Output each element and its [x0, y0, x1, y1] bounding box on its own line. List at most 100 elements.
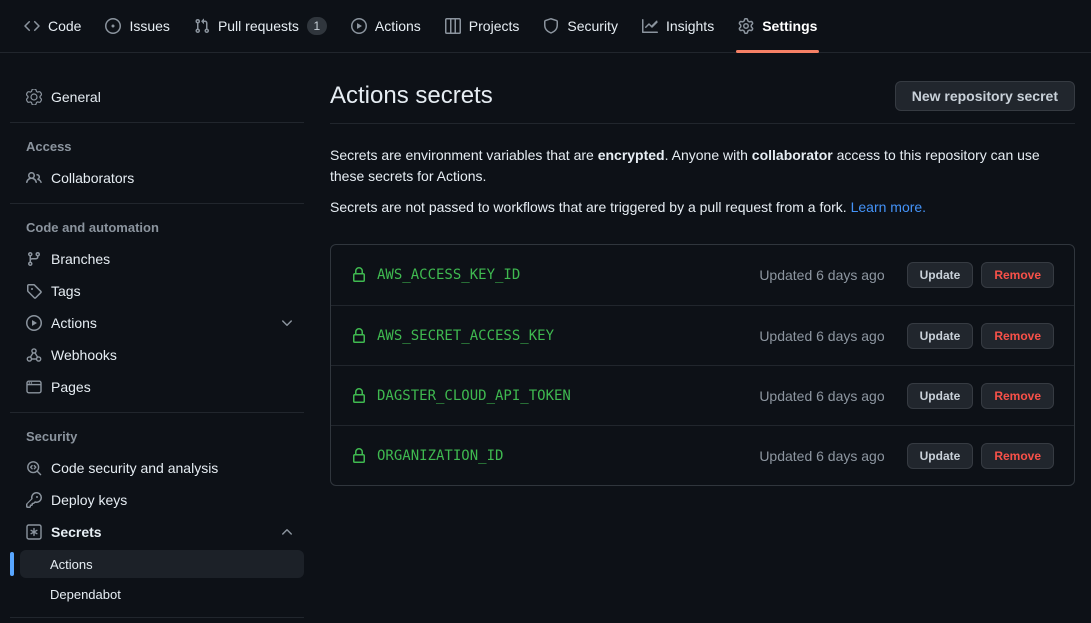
sidebar-item-general[interactable]: General: [10, 81, 304, 113]
secrets-description: Secrets are environment variables that a…: [330, 145, 1075, 187]
description-text: . Anyone with: [665, 147, 752, 163]
key-icon: [26, 492, 42, 508]
issue-opened-icon: [105, 18, 121, 34]
codescan-icon: [26, 460, 42, 476]
graph-icon: [642, 18, 658, 34]
sidebar-item-actions[interactable]: Actions: [10, 307, 304, 339]
secret-name: AWS_ACCESS_KEY_ID: [377, 267, 520, 283]
secret-name: ORGANIZATION_ID: [377, 448, 503, 464]
secret-updated: Updated 6 days ago: [759, 267, 884, 283]
secret-row: AWS_ACCESS_KEY_ID Updated 6 days ago Upd…: [331, 245, 1074, 305]
sidebar-item-deploy-keys[interactable]: Deploy keys: [10, 484, 304, 516]
secret-updated: Updated 6 days ago: [759, 328, 884, 344]
secret-row: ORGANIZATION_ID Updated 6 days ago Updat…: [331, 425, 1074, 485]
remove-secret-button[interactable]: Remove: [981, 383, 1054, 409]
sidebar-divider: [10, 412, 304, 413]
update-secret-button[interactable]: Update: [907, 262, 974, 288]
secret-name: DAGSTER_CLOUD_API_TOKEN: [377, 388, 571, 404]
sidebar-item-secrets[interactable]: Secrets: [10, 516, 304, 548]
update-secret-button[interactable]: Update: [907, 443, 974, 469]
tab-label: Issues: [129, 18, 169, 34]
chevron-down-icon: [279, 315, 295, 331]
tab-insights[interactable]: Insights: [634, 0, 722, 52]
sidebar-item-label: Collaborators: [51, 170, 134, 186]
sidebar-item-label: General: [51, 89, 101, 105]
secret-row: AWS_SECRET_ACCESS_KEY Updated 6 days ago…: [331, 305, 1074, 365]
tab-security[interactable]: Security: [535, 0, 626, 52]
lock-icon: [351, 388, 367, 404]
update-secret-button[interactable]: Update: [907, 383, 974, 409]
sidebar-subitem-secrets-actions[interactable]: Actions: [20, 550, 304, 578]
sidebar-item-label: Tags: [51, 283, 81, 299]
git-branch-icon: [26, 251, 42, 267]
people-icon: [26, 170, 42, 186]
secret-row: DAGSTER_CLOUD_API_TOKEN Updated 6 days a…: [331, 365, 1074, 425]
sidebar-item-branches[interactable]: Branches: [10, 243, 304, 275]
lock-icon: [351, 267, 367, 283]
sidebar-item-pages[interactable]: Pages: [10, 371, 304, 403]
fork-note-text: Secrets are not passed to workflows that…: [330, 199, 851, 215]
tab-actions[interactable]: Actions: [343, 0, 429, 52]
tab-label: Actions: [375, 18, 421, 34]
tab-settings[interactable]: Settings: [730, 0, 825, 52]
tab-pull-requests[interactable]: Pull requests 1: [186, 0, 335, 52]
sidebar-item-label: Pages: [51, 379, 91, 395]
description-bold-encrypted: encrypted: [598, 147, 665, 163]
actions-secrets-panel: Actions secrets New repository secret Se…: [314, 81, 1091, 623]
tab-label: Security: [567, 18, 618, 34]
play-icon: [26, 315, 42, 331]
sidebar-item-label: Deploy keys: [51, 492, 127, 508]
sidebar-section-code-and-automation: Code and automation: [10, 213, 304, 243]
new-repository-secret-button[interactable]: New repository secret: [895, 81, 1075, 111]
settings-sidebar: General Access Collaborators Code and au…: [0, 81, 314, 623]
sidebar-item-tags[interactable]: Tags: [10, 275, 304, 307]
repo-tab-bar: Code Issues Pull requests 1 Actions Proj…: [0, 0, 1091, 53]
remove-secret-button[interactable]: Remove: [981, 262, 1054, 288]
sidebar-subitem-label: Dependabot: [50, 587, 121, 602]
key-asterisk-icon: [26, 524, 42, 540]
description-bold-collaborator: collaborator: [752, 147, 833, 163]
tab-label: Code: [48, 18, 81, 34]
shield-icon: [543, 18, 559, 34]
lock-icon: [351, 448, 367, 464]
secrets-list: AWS_ACCESS_KEY_ID Updated 6 days ago Upd…: [330, 244, 1075, 486]
sidebar-divider: [10, 617, 304, 618]
secret-updated: Updated 6 days ago: [759, 388, 884, 404]
sidebar-item-code-security[interactable]: Code security and analysis: [10, 452, 304, 484]
code-icon: [24, 18, 40, 34]
tab-projects[interactable]: Projects: [437, 0, 528, 52]
remove-secret-button[interactable]: Remove: [981, 443, 1054, 469]
update-secret-button[interactable]: Update: [907, 323, 974, 349]
sidebar-item-label: Actions: [51, 315, 97, 331]
sidebar-divider: [10, 122, 304, 123]
lock-icon: [351, 328, 367, 344]
projects-icon: [445, 18, 461, 34]
tab-issues[interactable]: Issues: [97, 0, 177, 52]
sidebar-subitem-secrets-dependabot[interactable]: Dependabot: [20, 580, 304, 608]
remove-secret-button[interactable]: Remove: [981, 323, 1054, 349]
sidebar-section-access: Access: [10, 132, 304, 162]
tab-code[interactable]: Code: [16, 0, 89, 52]
browser-icon: [26, 379, 42, 395]
sidebar-section-security: Security: [10, 422, 304, 452]
tab-label: Settings: [762, 18, 817, 34]
sidebar-divider: [10, 203, 304, 204]
tab-label: Pull requests: [218, 18, 299, 34]
sidebar-item-label: Secrets: [51, 524, 102, 540]
sidebar-item-label: Branches: [51, 251, 110, 267]
sidebar-item-webhooks[interactable]: Webhooks: [10, 339, 304, 371]
pull-requests-count-badge: 1: [307, 17, 327, 35]
gear-icon: [26, 89, 42, 105]
gear-icon: [738, 18, 754, 34]
learn-more-link[interactable]: Learn more.: [851, 199, 926, 215]
description-text: Secrets are environment variables that a…: [330, 147, 598, 163]
sidebar-item-label: Webhooks: [51, 347, 117, 363]
fork-note: Secrets are not passed to workflows that…: [330, 197, 1075, 218]
tab-label: Insights: [666, 18, 714, 34]
header-divider: [330, 123, 1075, 124]
tag-icon: [26, 283, 42, 299]
webhook-icon: [26, 347, 42, 363]
sidebar-item-label: Code security and analysis: [51, 460, 218, 476]
tab-label: Projects: [469, 18, 520, 34]
sidebar-item-collaborators[interactable]: Collaborators: [10, 162, 304, 194]
